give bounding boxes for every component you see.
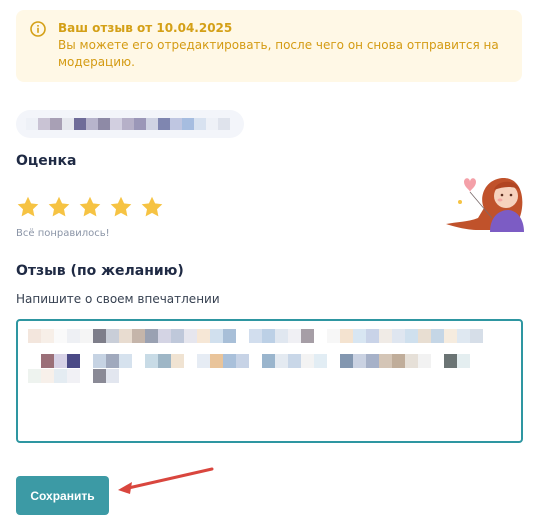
star-4-icon[interactable] [109, 195, 133, 219]
review-label: Напишите о своем впечатлении [16, 292, 220, 306]
notice-title: Ваш отзыв от 10.04.2025 [58, 21, 233, 35]
star-1-icon[interactable] [16, 195, 40, 219]
star-3-icon[interactable] [78, 195, 102, 219]
girl-with-heart-balloon-illustration [446, 177, 524, 232]
star-5-icon[interactable] [140, 195, 164, 219]
review-title: Отзыв (по желанию) [16, 263, 184, 279]
rating-caption: Всё понравилось! [16, 228, 110, 239]
star-rating[interactable] [16, 195, 164, 219]
pixelated-product-name [26, 118, 230, 130]
rating-title: Оценка [16, 153, 77, 169]
red-arrow-annotation [118, 467, 214, 494]
product-name-pill [16, 110, 244, 138]
moderation-notice: Ваш отзыв от 10.04.2025 Вы можете его от… [16, 10, 522, 82]
star-2-icon[interactable] [47, 195, 71, 219]
notice-text: Вы можете его отредактировать, после чег… [58, 38, 499, 69]
save-button[interactable]: Сохранить [16, 476, 109, 515]
review-textarea[interactable] [16, 319, 523, 443]
info-icon [30, 21, 46, 37]
